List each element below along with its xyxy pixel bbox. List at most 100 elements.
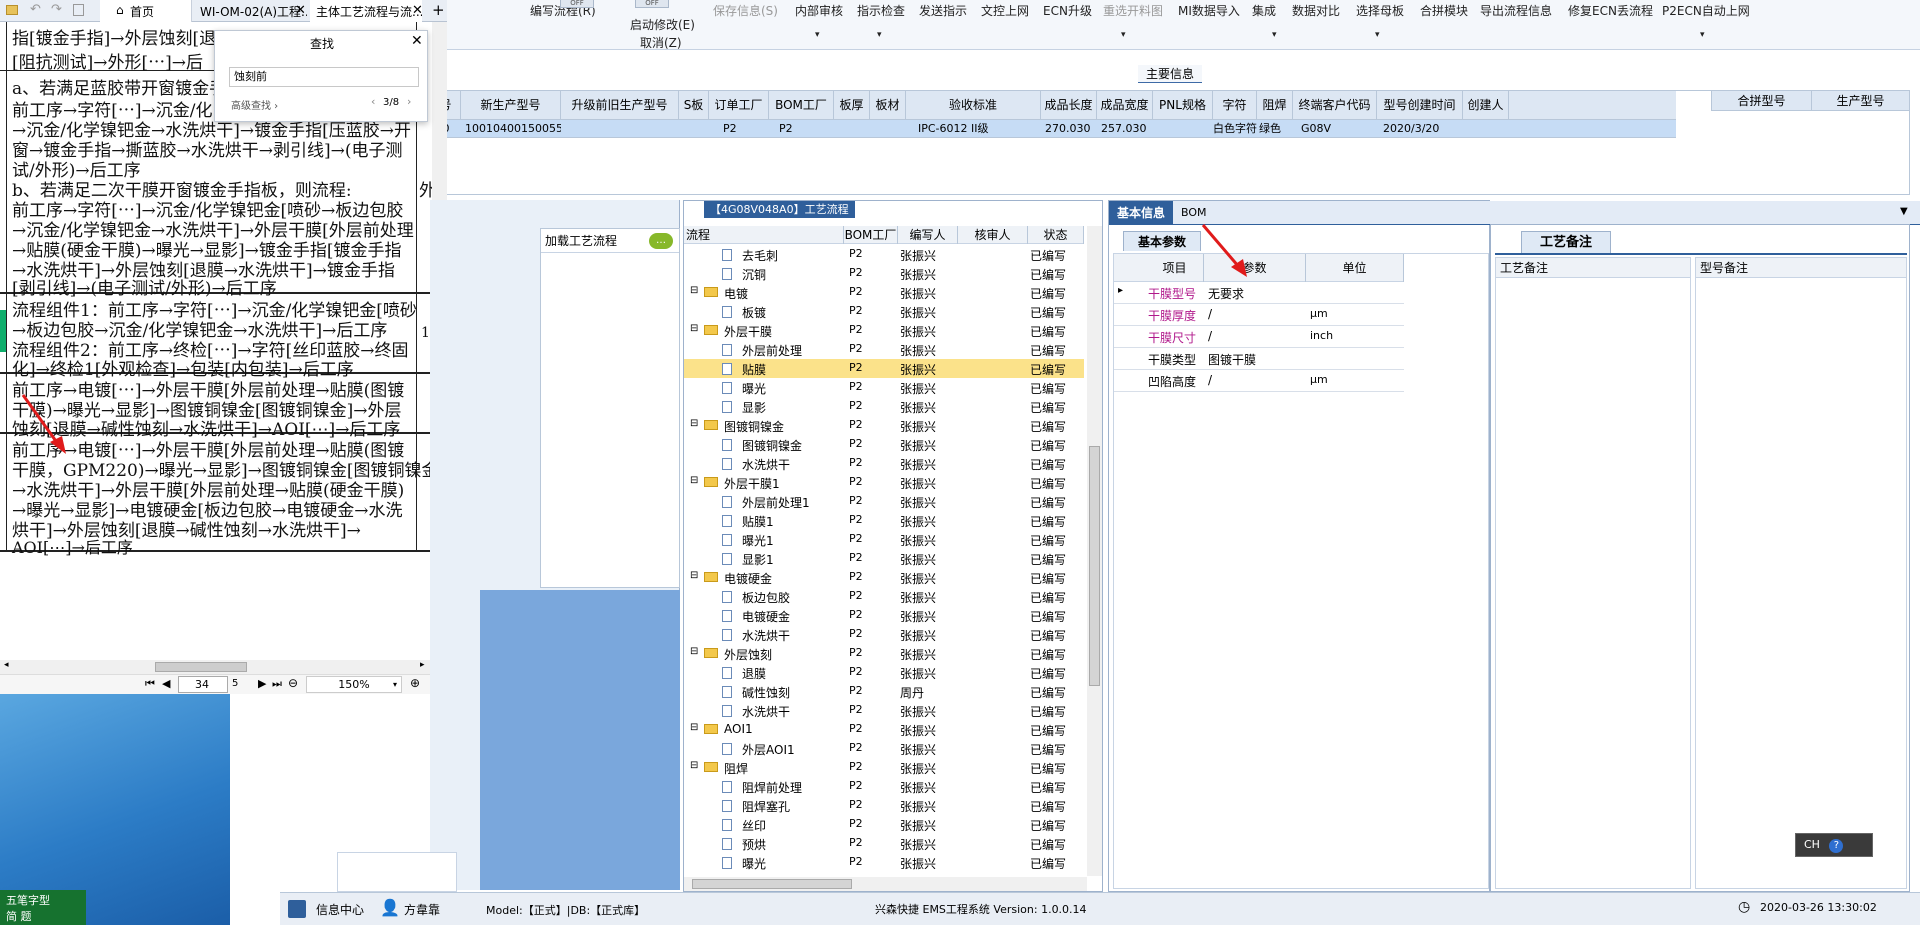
close-icon[interactable]: ✕: [295, 3, 306, 18]
expand-toggle-icon[interactable]: ⊟: [690, 475, 698, 486]
tab-wi-om[interactable]: WI-OM-02(A)工程...: [192, 0, 307, 22]
process-tree-row[interactable]: ⊟ 外层干膜1 P2 张振兴 已编写: [684, 473, 1084, 492]
expand-toggle-icon[interactable]: ⊟: [690, 323, 698, 334]
info-center-link[interactable]: 信息中心: [316, 901, 364, 918]
export-flow-button[interactable]: 导出流程信息: [1480, 2, 1552, 19]
panel-menu-arrow-icon[interactable]: ▼: [1900, 206, 1908, 217]
process-notes-area[interactable]: 工艺备注: [1495, 257, 1691, 889]
process-tree-row[interactable]: 曝光1 P2 张振兴 已编写: [684, 530, 1084, 549]
doc-control-online-button[interactable]: 文控上网: [981, 2, 1029, 19]
dropdown-arrow-icon[interactable]: ▾: [1375, 30, 1380, 40]
col-header[interactable]: 流程: [684, 226, 844, 244]
page-number-input[interactable]: 34: [178, 676, 228, 693]
find-search-input[interactable]: 蚀刻前: [229, 67, 419, 87]
integrate-button[interactable]: 集成: [1252, 2, 1276, 19]
toggle-off-badge[interactable]: OFF: [560, 0, 594, 8]
scroll-thumb[interactable]: [692, 879, 852, 889]
last-page-icon[interactable]: ⏭: [272, 677, 282, 691]
dropdown-arrow-icon[interactable]: ▾: [1272, 30, 1277, 40]
repair-ecn-button[interactable]: 修复ECN丢流程: [1568, 2, 1653, 19]
process-tree-row[interactable]: ⊟ 电镀硬金 P2 张振兴 已编写: [684, 568, 1084, 587]
col-header[interactable]: 项目: [1146, 254, 1204, 282]
param-row[interactable]: ▸ 干膜型号 无要求: [1114, 282, 1404, 304]
start-modify-button[interactable]: 启动修改(E): [630, 16, 695, 33]
new-tab-button[interactable]: +: [432, 1, 445, 19]
ecn-upgrade-button[interactable]: ECN升级: [1043, 2, 1092, 19]
find-prev-icon[interactable]: ‹: [371, 95, 375, 108]
dropdown-arrow-icon[interactable]: ▾: [1700, 30, 1705, 40]
col-header[interactable]: 核审人: [958, 226, 1028, 244]
process-tree-row[interactable]: 沉铜 P2 张振兴 已编写: [684, 264, 1084, 283]
main-info-selected-row[interactable]: A0 10010400150055 P2 P2 IPC-6012 II级 270…: [431, 120, 1676, 138]
process-tree-row[interactable]: 外层前处理1 P2 张振兴 已编写: [684, 492, 1084, 511]
data-compare-button[interactable]: 数据对比: [1292, 2, 1340, 19]
tab-home[interactable]: ⌂ 首页: [100, 0, 192, 22]
process-tree-row[interactable]: 去毛刺 P2 张振兴 已编写: [684, 245, 1084, 264]
process-tree-row[interactable]: 退膜 P2 张振兴 已编写: [684, 663, 1084, 682]
col-header[interactable]: 终端客户代码: [1293, 91, 1377, 119]
expand-toggle-icon[interactable]: ⊟: [690, 646, 698, 657]
process-tree-row[interactable]: ⊟ 外层干膜 P2 张振兴 已编写: [684, 321, 1084, 340]
p2ecn-auto-button[interactable]: P2ECN自动上网: [1662, 2, 1750, 19]
instruction-check-button[interactable]: 指示检查: [857, 2, 905, 19]
tree-horizontal-scrollbar[interactable]: [684, 877, 1087, 891]
find-next-icon[interactable]: ›: [407, 95, 411, 108]
process-tree-row[interactable]: 碱性蚀刻 P2 周丹 已编写: [684, 682, 1084, 701]
col-header[interactable]: BOM工厂: [769, 91, 834, 119]
col-header[interactable]: 成品宽度: [1097, 91, 1153, 119]
select-mother-board-button[interactable]: 选择母板: [1356, 2, 1404, 19]
undo-icon[interactable]: ↶: [30, 2, 41, 17]
process-tree-row[interactable]: 水洗烘干 P2 张振兴 已编写: [684, 701, 1084, 720]
tab-basic-info[interactable]: 基本信息: [1109, 201, 1173, 225]
process-tree-row[interactable]: 水洗烘干 P2 张振兴 已编写: [684, 625, 1084, 644]
process-tree-row[interactable]: 板边包胶 P2 张振兴 已编写: [684, 587, 1084, 606]
col-header[interactable]: 创建人: [1463, 91, 1509, 119]
process-tree-row[interactable]: ⊟ AOI1 P2 张振兴 已编写: [684, 720, 1084, 739]
process-tree-row[interactable]: ⊟ 外层蚀刻 P2 张振兴 已编写: [684, 644, 1084, 663]
close-icon[interactable]: ✕: [412, 3, 423, 18]
param-value[interactable]: 无要求: [1208, 285, 1244, 302]
process-tree-row[interactable]: ⊟ 图镀铜镍金 P2 张振兴 已编写: [684, 416, 1084, 435]
scroll-left-icon[interactable]: ◂: [4, 660, 9, 670]
col-header[interactable]: 升级前旧生产型号: [561, 91, 679, 119]
advanced-find-link[interactable]: 高级查找 ›: [231, 97, 278, 112]
prev-page-icon[interactable]: ◀: [162, 677, 170, 690]
col-header[interactable]: 阻焊: [1257, 91, 1293, 119]
chat-bubble-icon[interactable]: …: [649, 233, 673, 249]
expand-toggle-icon[interactable]: ⊟: [690, 570, 698, 581]
dropdown-arrow-icon[interactable]: ▾: [815, 30, 820, 40]
model-notes-area[interactable]: 型号备注: [1695, 257, 1907, 889]
save-icon[interactable]: [73, 4, 84, 16]
save-info-button[interactable]: 保存信息(S): [713, 2, 778, 19]
process-tree-row[interactable]: 电镀硬金 P2 张振兴 已编写: [684, 606, 1084, 625]
expand-toggle-icon[interactable]: ⊟: [690, 722, 698, 733]
process-tree-row[interactable]: 曝光 P2 张振兴 已编写: [684, 853, 1084, 872]
col-header[interactable]: 成品长度: [1041, 91, 1097, 119]
ime-status-widget[interactable]: 五笔字型 简 题: [0, 890, 86, 925]
param-value[interactable]: /: [1208, 329, 1212, 343]
param-row[interactable]: 干膜厚度 / μm: [1114, 304, 1404, 326]
scroll-thumb[interactable]: [1089, 446, 1100, 686]
param-value[interactable]: /: [1208, 307, 1212, 321]
process-tree-row[interactable]: 板镀 P2 张振兴 已编写: [684, 302, 1084, 321]
toggle-off-badge[interactable]: OFF: [635, 0, 669, 8]
process-tree-row[interactable]: ⊟ 电镀 P2 张振兴 已编写: [684, 283, 1084, 302]
col-header[interactable]: 订单工厂: [709, 91, 769, 119]
process-tree-row[interactable]: 显影1 P2 张振兴 已编写: [684, 549, 1084, 568]
col-header[interactable]: 型号创建时间: [1377, 91, 1463, 119]
col-header[interactable]: 合拼型号: [1712, 91, 1812, 111]
param-value[interactable]: /: [1208, 373, 1212, 387]
expand-toggle-icon[interactable]: ⊟: [690, 418, 698, 429]
scroll-thumb[interactable]: [155, 662, 247, 672]
internal-review-button[interactable]: 内部审核: [795, 2, 843, 19]
col-header[interactable]: 单位: [1306, 254, 1404, 282]
next-page-icon[interactable]: ▶: [258, 677, 266, 690]
col-header[interactable]: 板厚: [834, 91, 870, 119]
col-header[interactable]: 状态: [1028, 226, 1084, 244]
redo-icon[interactable]: ↷: [51, 2, 62, 17]
dropdown-arrow-icon[interactable]: ▾: [877, 30, 882, 40]
col-header[interactable]: 生产型号: [1812, 91, 1910, 111]
ime-language-widget[interactable]: CH ?: [1795, 833, 1873, 857]
process-tree-row[interactable]: 阻焊前处理 P2 张振兴 已编写: [684, 777, 1084, 796]
zoom-out-icon[interactable]: ⊖: [288, 676, 298, 690]
